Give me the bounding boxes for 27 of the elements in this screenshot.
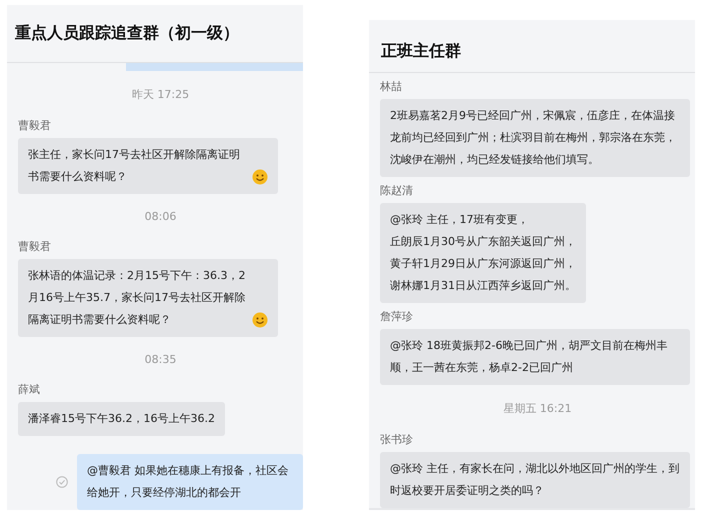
message-text: 2班易嘉茗2月9号已经回广州，宋佩宸，伍彦庄，在体温接龙前均已经回到广州；杜滨羽目前在梅州，郭宗洛在东莞，沈峻伊在潮州，均已经发链接给他们填写。 [390,108,677,168]
sender-name: 林喆 [380,79,403,94]
smiley-icon [252,169,268,185]
message-text: 谢林娜1月31日从江西萍乡返回广州。 [390,278,576,294]
message-text: @张玲 主任，有家长在问，湖北以外地区回广州的学生，到时返校要开居委证明之类的吗？ [390,461,680,499]
chat-title: 正班主任群 [381,40,461,62]
check-icon [56,476,68,488]
sender-name: 詹萍珍 [380,309,414,324]
smiley-icon [252,312,268,328]
message-text: @张玲 主任，17班有变更， [390,212,530,228]
message-text: 张主任，家长问17号去社区开解除隔离证明书需要什么资料呢？ [28,147,241,185]
sender-name: 陈赵清 [380,183,414,198]
timestamp: 星期五 16:21 [502,401,573,416]
chat-title: 重点人员跟踪追查群（初一级） [15,23,239,44]
sender-name: 张书珍 [380,432,414,447]
timestamp: 08:06 [144,210,178,223]
message-text: 黄子轩1月29日从广东河源返回广州， [390,256,576,272]
sender-name: 曹毅君 [18,118,52,133]
timestamp: 08:35 [144,353,178,366]
message-text: 张林语的体温记录：2月15号下午：36.3，2月16号上午35.7，家长问17号去社区开解除隔离证明书需要什么资料呢？ [28,268,246,328]
message-text: @张玲 18班黄振邦2-6晚已回广州，胡严文目前在梅州丰顺，王一茜在东莞，杨卓2-2已回广州 [390,338,668,376]
message-text: 潘泽睿15号下午36.2，16号上午36.2 [28,411,215,427]
message-text: 丘朗辰1月30号从广东韶关返回广州， [390,234,576,250]
sender-name: 薛斌 [18,382,41,397]
sender-name: 曹毅君 [18,239,52,254]
message-bubble: @曹毅君 如果她在穗康上有报备，社区会给她开，只要经停湖北的都会开 [77,454,303,510]
timestamp: 昨天 17:25 [130,87,190,102]
